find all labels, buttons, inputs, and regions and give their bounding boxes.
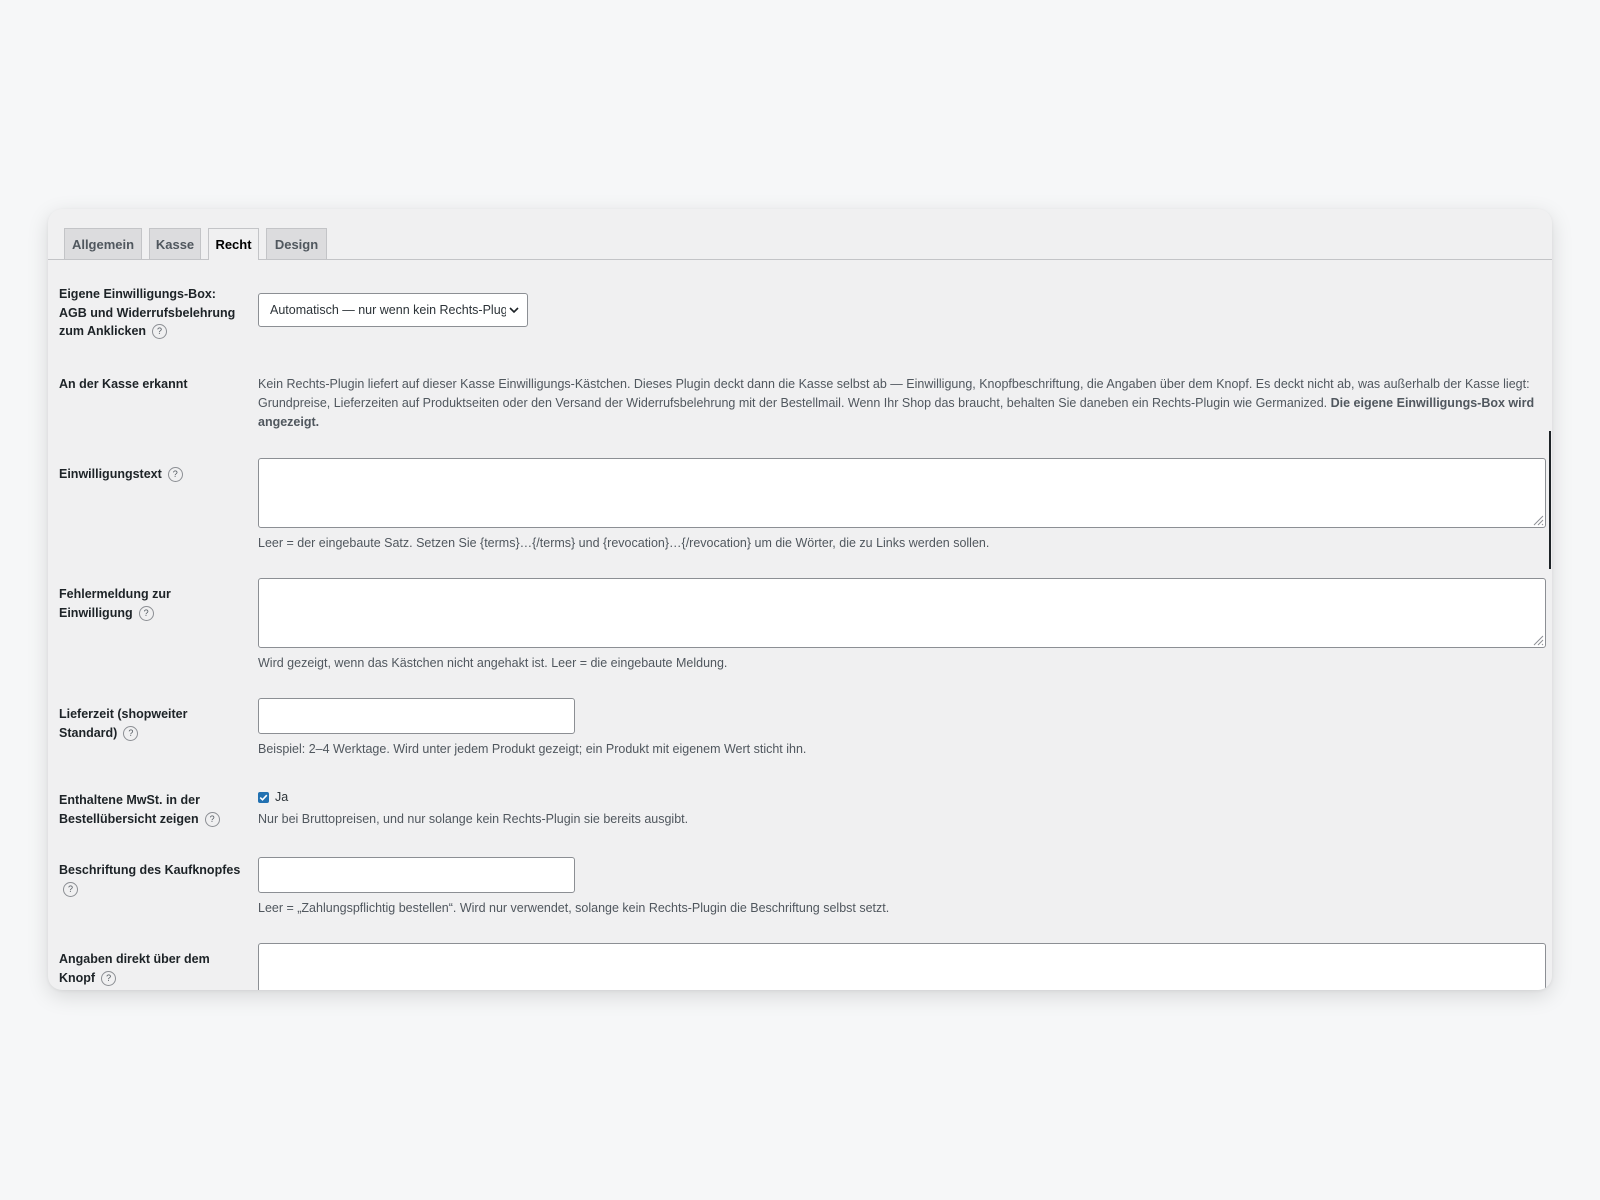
consent-text-hint: Leer = der eingebaute Satz. Setzen Sie {… <box>258 536 990 550</box>
resize-handle-icon[interactable] <box>1530 632 1544 646</box>
vat-checkbox-label[interactable]: Ja <box>275 790 288 804</box>
consent-text-label: Einwilligungstext? <box>59 465 244 484</box>
help-icon[interactable]: ? <box>63 881 78 897</box>
help-icon[interactable]: ? <box>123 725 139 741</box>
vat-label-text: Enthaltene MwSt. in der Bestellübersicht… <box>59 793 200 826</box>
vat-label: Enthaltene MwSt. in der Bestellübersicht… <box>59 791 244 828</box>
help-icon[interactable]: ? <box>152 324 168 339</box>
consent-error-label: Fehlermeldung zur Einwilligung? <box>59 585 244 622</box>
help-icon[interactable]: ? <box>101 970 117 986</box>
chevron-down-icon <box>509 307 519 314</box>
consent-error-textarea[interactable] <box>258 578 1546 648</box>
delivery-time-hint: Beispiel: 2–4 Werktage. Wird unter jedem… <box>258 742 807 756</box>
consent-text-label-text: Einwilligungstext <box>59 467 162 481</box>
buy-button-input[interactable] <box>258 857 575 893</box>
above-button-label-text: Angaben direkt über dem Knopf <box>59 952 210 985</box>
buy-button-hint: Leer = „Zahlungspflichtig bestellen“. Wi… <box>258 901 890 915</box>
tab-allgemein[interactable]: Allgemein <box>64 228 142 259</box>
tab-kasse[interactable]: Kasse <box>149 228 201 259</box>
above-button-label: Angaben direkt über dem Knopf? <box>59 950 244 987</box>
delivery-time-label: Lieferzeit (shopweiter Standard)? <box>59 705 244 742</box>
settings-panel: Allgemein Kasse Recht Design Eigene Einw… <box>48 209 1552 990</box>
resize-handle-icon[interactable] <box>1530 512 1544 526</box>
help-icon[interactable]: ? <box>167 467 183 482</box>
checkout-detected-label: An der Kasse erkannt <box>59 377 188 391</box>
buy-button-label-text: Beschriftung des Kaufknopfes <box>59 863 241 877</box>
above-button-textarea[interactable] <box>258 943 1546 990</box>
delivery-time-input[interactable] <box>258 698 575 734</box>
vat-hint: Nur bei Bruttopreisen, und nur solange k… <box>258 812 689 826</box>
tab-design[interactable]: Design <box>266 228 327 259</box>
buy-button-label: Beschriftung des Kaufknopfes? <box>59 861 244 898</box>
vat-checkbox[interactable] <box>258 792 269 803</box>
consent-error-hint: Wird gezeigt, wenn das Kästchen nicht an… <box>258 656 728 670</box>
scrollbar-thumb[interactable] <box>1549 431 1551 569</box>
help-icon[interactable]: ? <box>138 605 154 621</box>
checkmark-icon <box>259 794 268 801</box>
checkout-detected-description: Kein Rechts-Plugin liefert auf dieser Ka… <box>258 375 1548 432</box>
help-icon[interactable]: ? <box>204 811 220 827</box>
consent-text-textarea[interactable] <box>258 458 1546 528</box>
consent-box-select[interactable]: Automatisch — nur wenn kein Rechts-Plugi… <box>258 293 528 327</box>
consent-box-label-text: Eigene Einwilligungs-Box: AGB und Widerr… <box>59 287 236 338</box>
tab-recht[interactable]: Recht <box>208 228 259 260</box>
consent-box-selected-value: Automatisch — nur wenn kein Rechts-Plugi… <box>270 303 506 317</box>
consent-error-label-text: Fehlermeldung zur Einwilligung <box>59 587 171 620</box>
consent-box-label: Eigene Einwilligungs-Box: AGB und Widerr… <box>59 285 244 341</box>
settings-tabs: Allgemein Kasse Recht Design <box>48 209 1552 260</box>
